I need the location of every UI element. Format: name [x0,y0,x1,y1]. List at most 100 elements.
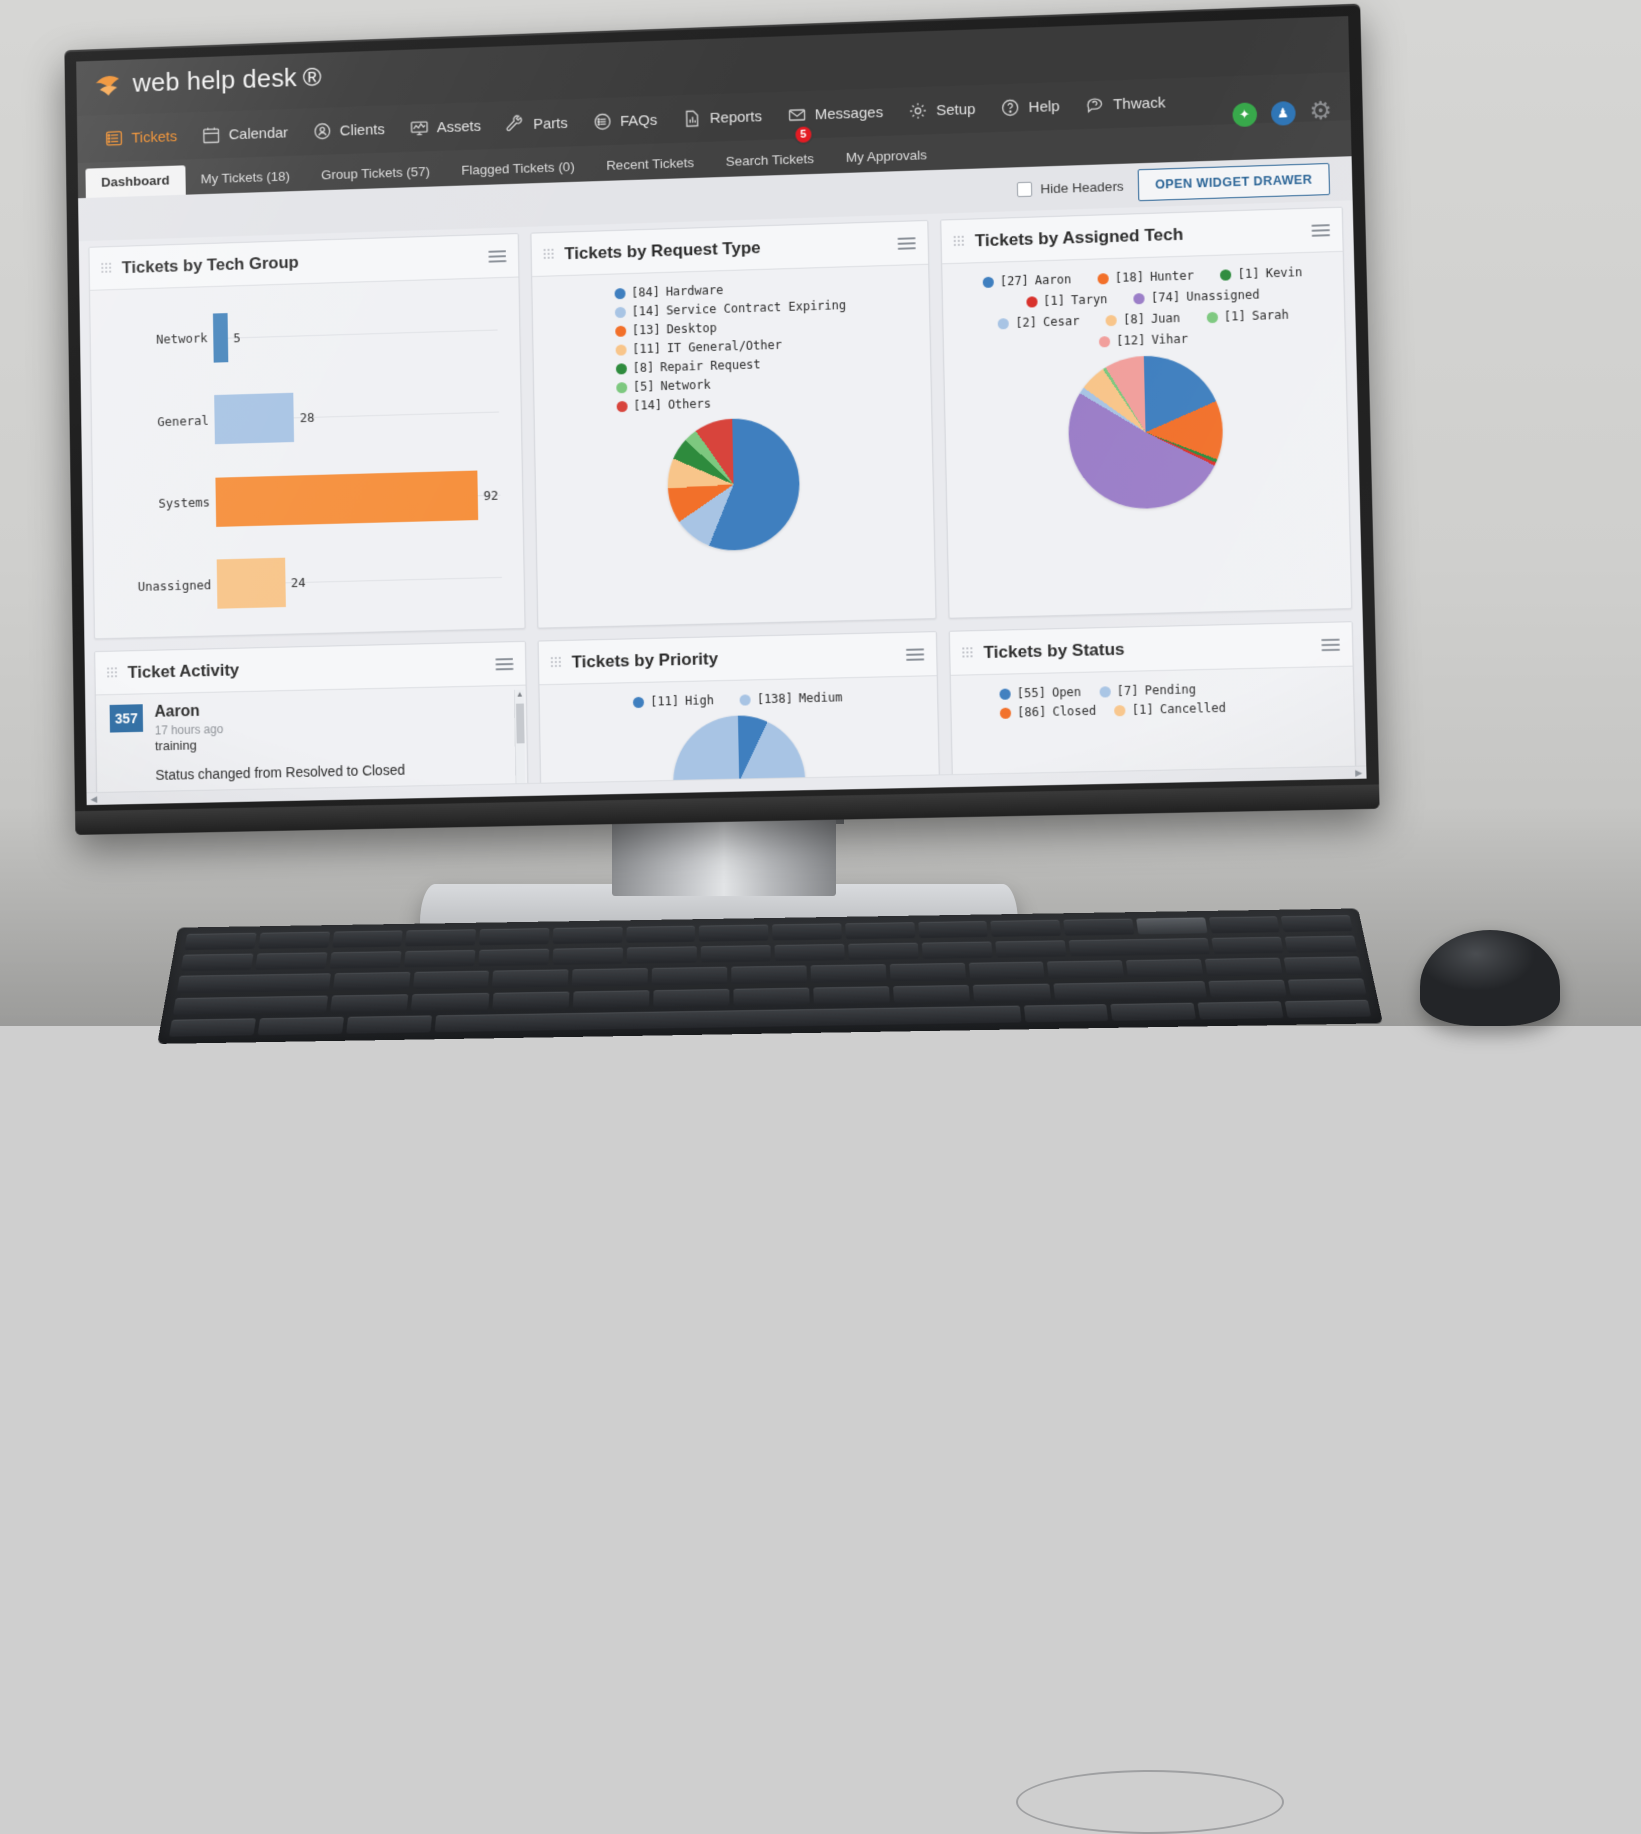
spacebar[interactable] [434,1005,1021,1032]
drag-handle-icon[interactable] [551,657,562,668]
nav-item-setup[interactable]: Setup [896,94,987,127]
legend-item[interactable]: [1]Kevin [1220,263,1303,285]
legend-item[interactable]: [8]Juan [1106,309,1181,330]
key[interactable] [332,930,403,947]
key[interactable] [845,922,915,939]
nav-item-assets[interactable]: Assets [397,111,492,144]
key[interactable] [413,971,490,989]
open-widget-drawer-button[interactable]: OPEN WIDGET DRAWER [1137,163,1330,201]
key[interactable] [1047,961,1124,979]
key[interactable] [1023,1004,1108,1022]
pie-slices[interactable] [667,417,801,552]
drag-handle-icon[interactable] [107,667,118,678]
key[interactable] [492,991,569,1009]
key[interactable] [1288,978,1367,996]
key[interactable] [552,927,622,944]
key[interactable] [1284,957,1362,975]
nav-item-thwack[interactable]: Thwack [1072,87,1176,120]
key[interactable] [991,920,1062,937]
legend-item[interactable]: [27]Aaron [983,270,1072,292]
key[interactable] [1063,919,1134,936]
key[interactable] [329,951,401,969]
nav-item-parts[interactable]: Parts [494,108,579,140]
pie-slices[interactable] [1067,354,1224,511]
key[interactable] [1211,937,1283,954]
key[interactable] [653,989,729,1007]
key[interactable] [733,987,809,1005]
key[interactable] [184,933,256,950]
scroll-right-arrow[interactable]: ▶ [1355,767,1362,778]
key[interactable] [333,972,410,990]
key[interactable] [478,949,549,967]
key[interactable] [552,948,623,966]
key[interactable] [701,945,771,962]
key[interactable] [1126,959,1203,977]
shield-icon[interactable]: ✦ [1232,102,1257,127]
bar[interactable] [215,470,478,526]
app-logo[interactable]: web help desk ® [94,62,322,100]
bar[interactable] [214,393,294,444]
legend-item[interactable]: [8]Repair Request [616,355,761,378]
key[interactable] [173,995,329,1014]
key[interactable] [479,928,549,945]
widget-menu-icon[interactable] [1321,638,1340,651]
key[interactable] [1285,1000,1371,1018]
nav-item-reports[interactable]: Reports [670,101,773,134]
key[interactable] [848,943,919,960]
bar[interactable] [217,558,286,609]
hide-headers-control[interactable]: Hide Headers [1017,178,1124,196]
key[interactable] [330,994,408,1012]
widget-menu-icon[interactable] [906,648,924,660]
nav-item-tickets[interactable]: Tickets [93,121,188,154]
legend-item[interactable]: [18]Hunter [1097,266,1194,288]
tab-recent-tickets[interactable]: Recent Tickets [590,148,710,182]
key[interactable] [699,925,768,942]
key[interactable] [968,962,1045,980]
key[interactable] [922,942,993,959]
key[interactable] [1198,1001,1284,1019]
tab-my-approvals[interactable]: My Approvals [830,140,944,174]
drag-handle-icon[interactable] [954,236,965,247]
key[interactable] [1205,958,1283,976]
key[interactable] [1069,938,1210,957]
legend-item[interactable]: [2]Cesar [998,312,1080,333]
key[interactable] [995,941,1066,958]
nav-item-messages[interactable]: Messages5 [775,97,895,131]
legend-item[interactable]: [138]Medium [740,688,843,709]
key[interactable] [258,932,330,949]
key[interactable] [255,953,327,971]
widget-menu-icon[interactable] [1311,224,1330,237]
nav-item-calendar[interactable]: Calendar [190,117,299,150]
key[interactable] [1208,916,1280,933]
settings-gear-icon[interactable]: ⚙ [1309,99,1332,125]
nav-item-faqs[interactable]: FAQs [580,105,668,138]
key[interactable] [973,983,1051,1001]
drag-handle-icon[interactable] [101,263,112,274]
key[interactable] [1208,979,1287,997]
scroll-thumb[interactable] [516,704,525,744]
activity-item[interactable]: 357 Aaron 17 hours ago training [110,696,513,754]
widget-menu-icon[interactable] [488,250,506,262]
drag-handle-icon[interactable] [962,647,973,658]
avatar-icon[interactable]: ♟ [1270,101,1295,126]
scroll-left-arrow[interactable]: ◀ [90,794,97,805]
legend-item[interactable]: [7]Pending [1099,680,1196,701]
key[interactable] [411,993,489,1011]
bar[interactable] [213,313,228,363]
nav-item-help[interactable]: Help [988,91,1071,124]
key[interactable] [177,974,331,993]
key[interactable] [1281,915,1353,932]
widget-menu-icon[interactable] [495,658,513,670]
key[interactable] [492,970,568,988]
key[interactable] [893,985,970,1003]
key[interactable] [346,1015,432,1034]
key[interactable] [889,963,965,981]
legend-item[interactable]: [74]Unassigned [1134,286,1260,309]
key[interactable] [404,950,476,968]
drag-handle-icon[interactable] [544,249,555,260]
key[interactable] [813,986,890,1004]
key[interactable] [1285,936,1358,953]
legend-item[interactable]: [55]Open [999,683,1081,704]
key[interactable] [169,1018,256,1037]
tab-group-tickets-57-[interactable]: Group Tickets (57) [305,157,446,191]
